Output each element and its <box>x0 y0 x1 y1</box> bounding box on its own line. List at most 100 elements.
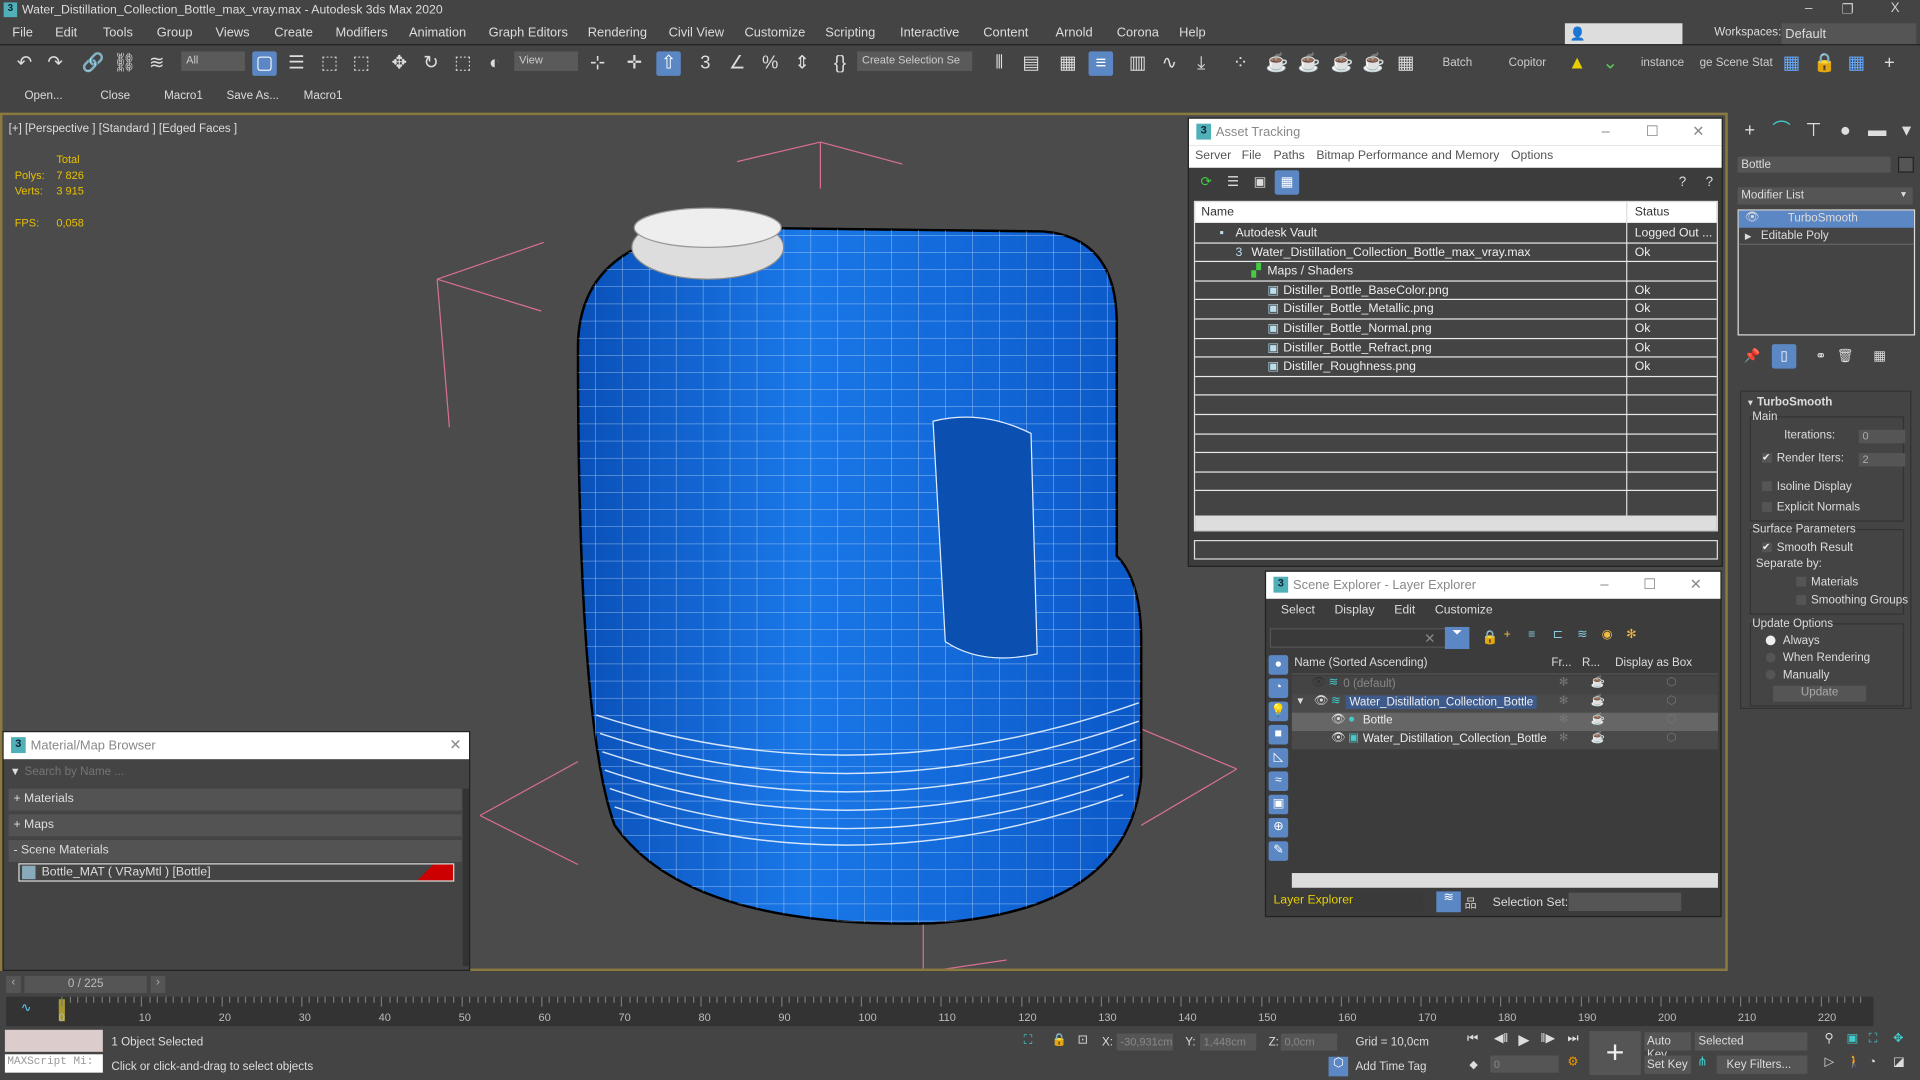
minimize-button[interactable]: – <box>1805 1 1813 16</box>
workspace-dropdown[interactable]: Default <box>1781 23 1917 45</box>
window-crossing-icon[interactable]: ⬚ <box>349 51 373 75</box>
menu-tools[interactable]: Tools <box>103 26 133 41</box>
groups-filter-icon[interactable]: ▣ <box>1268 794 1289 815</box>
go-to-start-icon[interactable]: ⏮ <box>1467 1032 1478 1045</box>
freeze-icon[interactable]: ✻ <box>1559 731 1569 744</box>
viewport-layout-icon[interactable]: ▦ <box>1779 51 1803 75</box>
named-selection-dropdown[interactable]: Create Selection Se <box>857 51 973 72</box>
filter-icon[interactable]: ⏷ <box>1444 626 1470 649</box>
asset-row[interactable]: ▣ Distiller_Roughness.png Ok <box>1195 358 1717 377</box>
layers-mode-icon[interactable]: ≋ <box>1436 891 1461 913</box>
render-iters-spinner[interactable]: 2 <box>1858 453 1906 467</box>
visibility-eye-icon[interactable]: 👁 <box>1331 713 1346 726</box>
horizontal-scrollbar[interactable] <box>1291 873 1718 888</box>
create-tab-icon[interactable]: + <box>1738 119 1762 143</box>
menu-content[interactable]: Content <box>983 26 1028 41</box>
angle-snap-icon[interactable]: ∠ <box>725 51 749 75</box>
eye-icon[interactable]: 👁 <box>1745 211 1760 224</box>
edit-named-selection-icon[interactable]: {} <box>828 51 852 75</box>
menu-display[interactable]: Display <box>1334 603 1374 616</box>
remove-modifier-icon[interactable]: 🗑 <box>1833 344 1857 368</box>
menu-file[interactable]: File <box>1242 149 1262 162</box>
hierarchy-tab-icon[interactable]: ⊤ <box>1801 119 1825 143</box>
column-name[interactable]: Name (Sorted Ascending) <box>1294 656 1427 669</box>
lights-filter-icon[interactable]: 💡 <box>1268 701 1289 722</box>
make-unique-icon[interactable]: ⚭ <box>1809 344 1833 368</box>
freeze-icon[interactable]: ✻ <box>1559 713 1569 726</box>
unlink-icon[interactable]: ⛓ <box>113 51 137 75</box>
set-key-button[interactable]: Set Key <box>1644 1055 1692 1074</box>
bind-space-warp-icon[interactable]: ≋ <box>144 51 168 75</box>
menu-file[interactable]: File <box>12 26 33 41</box>
manipulate-icon[interactable]: ✛ <box>622 51 646 75</box>
maximize-viewport-icon[interactable]: ◪ <box>1893 1056 1905 1069</box>
manually-radio[interactable]: Manually <box>1765 669 1829 682</box>
current-frame-field[interactable]: 0 <box>1490 1055 1559 1073</box>
list-view-icon[interactable]: ☰ <box>1221 170 1245 194</box>
close-icon[interactable]: ✕ <box>449 736 461 753</box>
select-object-icon[interactable]: ▢ <box>252 51 277 76</box>
options-chevron-icon[interactable]: ▼ <box>10 765 21 777</box>
time-slider[interactable]: ‹ 0 / 225 › <box>6 975 166 994</box>
freeze-icon[interactable]: ✻ <box>1559 676 1569 689</box>
play-icon[interactable]: ▶ <box>1518 1031 1529 1048</box>
stack-item-turbosmooth[interactable]: 👁 TurboSmooth <box>1738 210 1914 228</box>
previous-frame-button[interactable]: ‹ <box>6 975 21 994</box>
key-filters-button[interactable]: Key Filters... <box>1716 1055 1808 1074</box>
stack-item-editable-poly[interactable]: ▶ Editable Poly <box>1738 228 1914 245</box>
toggle-ribbon-icon[interactable]: ▥ <box>1125 51 1149 75</box>
menu-bitmap-performance[interactable]: Bitmap Performance and Memory <box>1316 149 1499 162</box>
menu-modifiers[interactable]: Modifiers <box>336 26 388 41</box>
display-as-box-icon[interactable]: ⬡ <box>1667 694 1677 707</box>
minimize-icon[interactable]: – <box>1602 122 1610 139</box>
menu-animation[interactable]: Animation <box>409 26 466 41</box>
display-as-box-icon[interactable]: ⬡ <box>1667 676 1677 689</box>
menu-views[interactable]: Views <box>216 26 250 41</box>
asset-tracking-titlebar[interactable]: 3 Asset Tracking – ☐ ✕ <box>1188 118 1722 146</box>
iterations-spinner[interactable]: 0 <box>1858 429 1906 444</box>
move-icon[interactable]: ✥ <box>387 51 411 75</box>
maxscript-mini-input[interactable]: MAXScript Mi: <box>4 1054 103 1073</box>
explorer-type-dropdown[interactable]: Layer Explorer <box>1269 892 1423 912</box>
key-tangent-icon[interactable]: ⋔ <box>1697 1056 1707 1069</box>
double-chevron-down-icon[interactable]: ⌄ <box>1598 51 1622 75</box>
menu-customize[interactable]: Customize <box>744 26 805 41</box>
display-tab-icon[interactable]: ▬ <box>1865 119 1889 143</box>
zoom-icon[interactable]: ⚲ <box>1824 1032 1833 1045</box>
menu-create[interactable]: Create <box>274 26 313 41</box>
material-browser-titlebar[interactable]: 3 Material/Map Browser ✕ <box>3 732 469 760</box>
visibility-eye-icon[interactable]: 👁 <box>1331 731 1346 744</box>
curve-editor-icon[interactable]: ∿ <box>1157 51 1181 75</box>
orbit-icon[interactable]: ◔ <box>1869 1056 1876 1069</box>
maximize-button[interactable]: ❐ <box>1842 1 1854 17</box>
batch-button[interactable]: Batch <box>1442 56 1472 69</box>
timeline-track[interactable]: ∿ 0 10 20 30 40 50 60 70 80 90 100 110 120 130 140 150 1… <box>6 996 1874 1027</box>
menu-edit[interactable]: Edit <box>1394 603 1415 616</box>
always-radio[interactable]: Always <box>1765 634 1820 648</box>
help-icon[interactable]: ? <box>1670 170 1694 194</box>
render-icon[interactable]: ☕ <box>1330 51 1354 75</box>
spinner-snap-icon[interactable]: ⇕ <box>790 51 814 75</box>
close-button[interactable]: X <box>1891 1 1900 16</box>
macro-close-button[interactable]: Close <box>100 89 130 102</box>
column-status[interactable]: Status <box>1635 206 1670 219</box>
macro-save-as-button[interactable]: Save As... <box>227 89 279 102</box>
new-layer-icon[interactable]: + <box>1504 628 1511 641</box>
show-end-result-icon[interactable]: ▯ <box>1771 344 1797 369</box>
menu-scripting[interactable]: Scripting <box>825 26 875 41</box>
add-time-tag-button[interactable]: Add Time Tag <box>1356 1060 1427 1073</box>
asset-row[interactable]: ▣ Distiller_Bottle_BaseColor.png Ok <box>1195 281 1717 301</box>
display-as-box-icon[interactable]: ⬡ <box>1667 713 1677 726</box>
menu-arnold[interactable]: Arnold <box>1056 26 1093 41</box>
isolate-lock-icon[interactable]: 🔒 <box>1812 51 1836 75</box>
zoom-all-icon[interactable]: ▣ <box>1847 1032 1859 1045</box>
explorer-row[interactable]: ▼ 👁 ≋ Water_Distillation_Collection_Bottle ✻… <box>1291 694 1718 713</box>
hierarchy-mode-icon[interactable]: 品 <box>1464 893 1476 911</box>
material-item[interactable]: Bottle_MAT ( VRayMtl ) [Bottle] <box>18 863 455 882</box>
configure-modifier-sets-icon[interactable]: ▦ <box>1867 344 1891 368</box>
asset-row[interactable]: 3 Water_Distillation_Collection_Bottle_ma… <box>1195 243 1717 263</box>
menu-rendering[interactable]: Rendering <box>588 26 647 41</box>
scale-icon[interactable]: ⬚ <box>451 51 475 75</box>
zoom-extents-icon[interactable]: ⛶ <box>1869 1032 1878 1045</box>
absolute-mode-icon[interactable]: ⊡ <box>1078 1033 1088 1046</box>
